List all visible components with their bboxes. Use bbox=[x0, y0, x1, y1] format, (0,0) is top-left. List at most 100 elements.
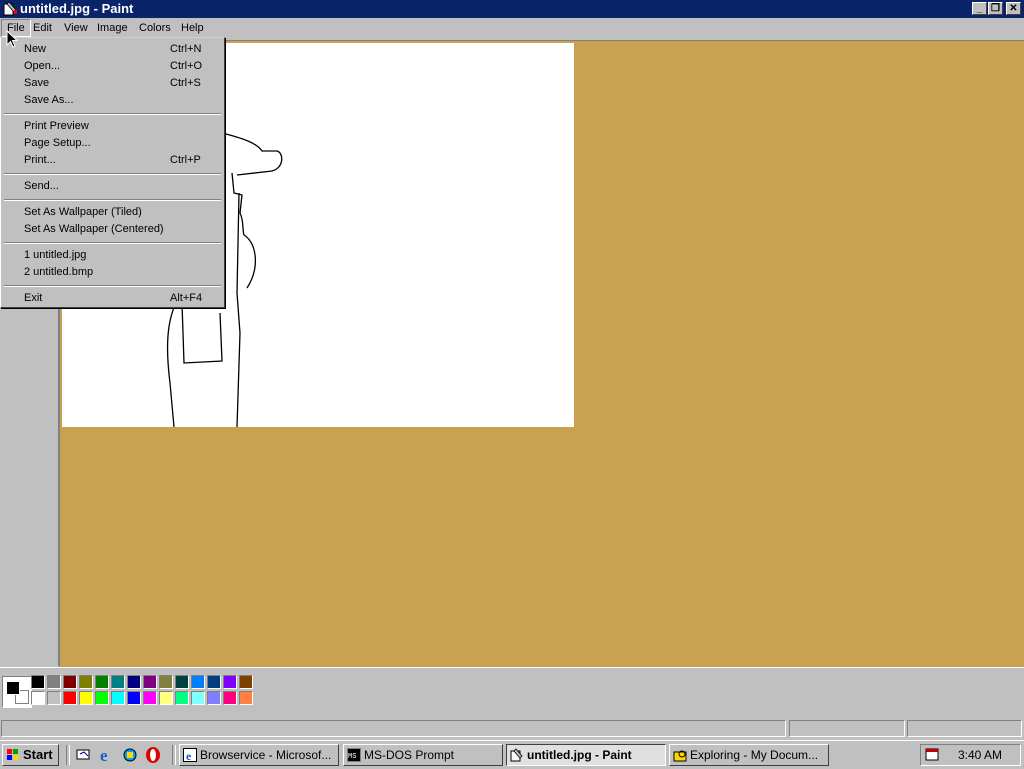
ie-window-icon: e bbox=[183, 748, 197, 762]
task-paint[interactable]: untitled.jpg - Paint bbox=[506, 744, 666, 766]
palette-swatch[interactable] bbox=[159, 691, 173, 705]
explorer-icon bbox=[673, 750, 687, 762]
close-icon: ✕ bbox=[1009, 3, 1018, 14]
menu-item-label: Send... bbox=[24, 180, 59, 192]
palette-swatch[interactable] bbox=[79, 675, 93, 689]
task-msdos[interactable]: MS MS-DOS Prompt bbox=[343, 744, 503, 766]
status-position-panel bbox=[789, 720, 905, 737]
file-menu-set-as-wallpaper-centered[interactable]: Set As Wallpaper (Centered) bbox=[4, 221, 221, 238]
palette-swatch[interactable] bbox=[127, 675, 141, 689]
menu-item-label: Save bbox=[24, 77, 50, 89]
palette-swatch[interactable] bbox=[63, 675, 77, 689]
file-menu-save[interactable]: Save Ctrl+S bbox=[4, 75, 221, 92]
ie-icon[interactable]: e bbox=[98, 746, 116, 764]
restore-button[interactable]: ❐ bbox=[988, 2, 1003, 15]
menu-item-label: Page Setup... bbox=[24, 137, 91, 149]
palette-swatch[interactable] bbox=[47, 675, 61, 689]
palette-swatch[interactable] bbox=[111, 691, 125, 705]
palette-swatch[interactable] bbox=[79, 691, 93, 705]
palette-swatch[interactable] bbox=[143, 691, 157, 705]
palette-swatch[interactable] bbox=[239, 675, 253, 689]
menu-help[interactable]: Help bbox=[176, 20, 209, 36]
file-menu-print-preview[interactable]: Print Preview bbox=[4, 118, 221, 135]
file-menu-save-as[interactable]: Save As... bbox=[4, 92, 221, 109]
menu-item-label: Print Preview bbox=[24, 120, 89, 132]
palette-swatch[interactable] bbox=[191, 691, 205, 705]
status-size-panel bbox=[907, 720, 1022, 737]
palette-swatch[interactable] bbox=[63, 691, 77, 705]
file-menu-new[interactable]: New Ctrl+N bbox=[4, 41, 221, 58]
menu-view[interactable]: View bbox=[59, 20, 93, 36]
palette-swatch[interactable] bbox=[191, 675, 205, 689]
status-text-panel bbox=[1, 720, 786, 737]
taskbar-divider bbox=[66, 745, 70, 765]
palette-swatch[interactable] bbox=[95, 691, 109, 705]
palette-swatch[interactable] bbox=[95, 675, 109, 689]
palette-swatch[interactable] bbox=[31, 675, 45, 689]
menu-separator bbox=[4, 285, 221, 287]
menu-item-label: Exit bbox=[24, 292, 43, 304]
file-menu-dropdown: New Ctrl+N Open... Ctrl+O Save Ctrl+S Save As.… bbox=[0, 37, 225, 308]
palette-swatch[interactable] bbox=[127, 691, 141, 705]
task-exploring[interactable]: Exploring - My Docum... bbox=[669, 744, 829, 766]
palette-swatch[interactable] bbox=[175, 675, 189, 689]
palette-swatch[interactable] bbox=[207, 691, 221, 705]
file-menu-exit[interactable]: Exit Alt+F4 bbox=[4, 290, 221, 307]
file-menu-1-untitled-jpg[interactable]: 1 untitled.jpg bbox=[4, 247, 221, 264]
windows-logo-icon bbox=[7, 749, 18, 760]
menu-item-label: New bbox=[24, 43, 47, 55]
current-colors[interactable] bbox=[2, 676, 32, 708]
start-button[interactable]: Start bbox=[2, 744, 59, 766]
paint-app-icon[interactable] bbox=[3, 1, 18, 16]
channels-icon[interactable] bbox=[121, 746, 139, 764]
taskbar-divider bbox=[172, 745, 176, 765]
menu-separator bbox=[4, 173, 221, 175]
file-menu-print[interactable]: Print... Ctrl+P bbox=[4, 152, 221, 169]
palette-swatch[interactable] bbox=[239, 691, 253, 705]
task-browservice[interactable]: e Browservice - Microsof... bbox=[179, 744, 339, 766]
menu-colors[interactable]: Colors bbox=[134, 20, 176, 36]
palette-swatch[interactable] bbox=[159, 675, 173, 689]
palette-swatch[interactable] bbox=[47, 691, 61, 705]
file-menu-open[interactable]: Open... Ctrl+O bbox=[4, 58, 221, 75]
svg-text:e: e bbox=[186, 749, 192, 762]
foreground-color-swatch[interactable] bbox=[6, 681, 20, 695]
palette-swatch[interactable] bbox=[223, 691, 237, 705]
menu-item-shortcut: Ctrl+O bbox=[170, 60, 203, 72]
palette-swatch[interactable] bbox=[111, 675, 125, 689]
palette-swatch[interactable] bbox=[31, 691, 45, 705]
menu-edit[interactable]: Edit bbox=[28, 20, 57, 36]
system-tray: 3:40 AM bbox=[920, 744, 1021, 766]
file-menu-2-untitled-bmp[interactable]: 2 untitled.bmp bbox=[4, 264, 221, 281]
file-menu-set-as-wallpaper-tiled[interactable]: Set As Wallpaper (Tiled) bbox=[4, 204, 221, 221]
svg-text:e: e bbox=[100, 746, 108, 764]
opera-icon[interactable] bbox=[144, 746, 162, 764]
svg-text:MS: MS bbox=[348, 753, 356, 761]
palette-swatch[interactable] bbox=[175, 691, 189, 705]
menu-item-label: Set As Wallpaper (Tiled) bbox=[24, 206, 142, 218]
desktop-icon[interactable] bbox=[76, 747, 92, 763]
palette-swatch[interactable] bbox=[143, 675, 157, 689]
menu-separator bbox=[4, 113, 221, 115]
file-menu-send[interactable]: Send... bbox=[4, 178, 221, 195]
scheduler-icon[interactable] bbox=[925, 747, 941, 763]
menu-image[interactable]: Image bbox=[92, 20, 133, 36]
file-menu-page-setup[interactable]: Page Setup... bbox=[4, 135, 221, 152]
menu-item-label: Set As Wallpaper (Centered) bbox=[24, 223, 164, 235]
menu-item-label: 1 untitled.jpg bbox=[24, 249, 87, 261]
close-button[interactable]: ✕ bbox=[1006, 2, 1021, 15]
clock[interactable]: 3:40 AM bbox=[958, 748, 1002, 762]
menu-item-label: Save As... bbox=[24, 94, 74, 106]
menu-item-shortcut: Alt+F4 bbox=[170, 292, 203, 304]
palette-swatch[interactable] bbox=[207, 675, 221, 689]
menu-separator bbox=[4, 199, 221, 201]
mouse-cursor-icon bbox=[6, 30, 19, 48]
status-bar bbox=[0, 718, 1024, 740]
minimize-button[interactable]: _ bbox=[972, 2, 987, 15]
menu-item-label: 2 untitled.bmp bbox=[24, 266, 94, 278]
palette-swatch[interactable] bbox=[223, 675, 237, 689]
menu-separator bbox=[4, 242, 221, 244]
taskbar: Start e e Browservice - Microsof... MS M… bbox=[0, 740, 1024, 769]
menu-item-shortcut: Ctrl+S bbox=[170, 77, 201, 89]
title-bar: untitled.jpg - Paint _ ❐ ✕ bbox=[0, 0, 1024, 18]
